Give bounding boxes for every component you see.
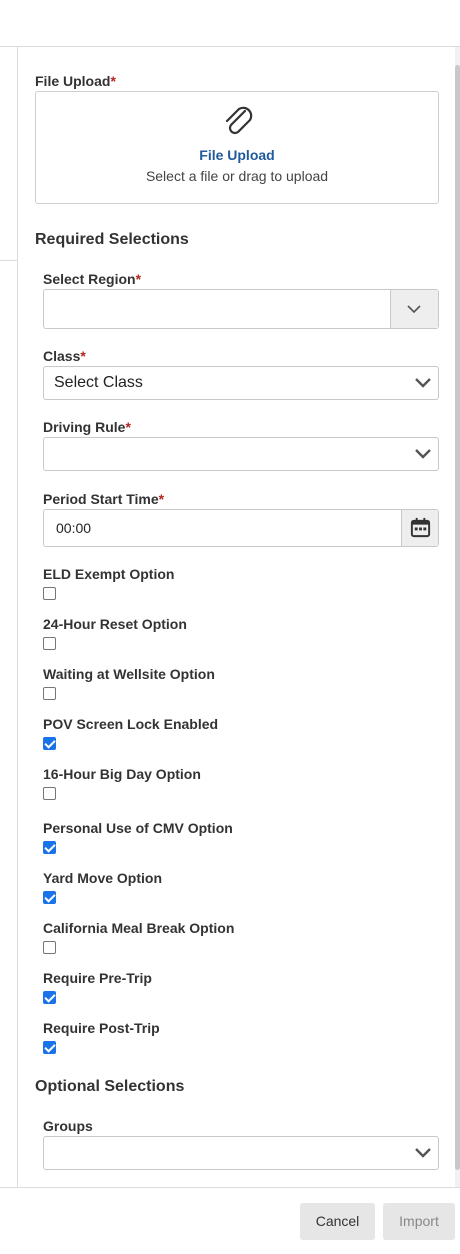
option-label: 16-Hour Big Day Option — [43, 766, 201, 782]
calendar-icon — [410, 517, 431, 538]
file-upload-label: File Upload* — [35, 73, 116, 89]
option-16-hour-big-day: 16-Hour Big Day Option — [43, 766, 201, 800]
24-hour-reset-checkbox[interactable] — [43, 637, 56, 650]
option-label: 24-Hour Reset Option — [43, 616, 187, 632]
driving-rule-select[interactable] — [43, 437, 439, 471]
top-bar — [0, 0, 460, 47]
option-label: Personal Use of CMV Option — [43, 820, 233, 836]
period-start-time-input[interactable]: 00:00 — [43, 509, 439, 547]
option-yard-move: Yard Move Option — [43, 870, 163, 904]
option-24-hour-reset: 24-Hour Reset Option — [43, 616, 187, 650]
select-region-dropdown[interactable] — [43, 289, 439, 329]
option-waiting-at-wellsite: Waiting at Wellsite Option — [43, 666, 215, 700]
left-panel-divider — [0, 260, 18, 261]
cancel-button[interactable]: Cancel — [300, 1203, 375, 1240]
driving-rule-label: Driving Rule* — [43, 419, 131, 435]
paperclip-icon — [225, 106, 253, 135]
left-panel-edge — [0, 47, 18, 1187]
pov-screen-lock-checkbox[interactable] — [43, 737, 56, 750]
period-start-time-label: Period Start Time* — [43, 491, 165, 507]
required-selections-heading: Required Selections — [35, 231, 189, 248]
scrollbar-thumb[interactable] — [455, 65, 460, 1170]
yard-move-checkbox[interactable] — [43, 891, 56, 904]
option-label: California Meal Break Option — [43, 920, 235, 936]
chevron-down-icon — [415, 1148, 431, 1158]
file-upload-link[interactable]: File Upload — [36, 147, 438, 163]
option-personal-use-cmv: Personal Use of CMV Option — [43, 820, 233, 854]
option-label: ELD Exempt Option — [43, 566, 175, 582]
import-button[interactable]: Import — [383, 1203, 455, 1240]
option-label: Require Pre-Trip — [43, 970, 152, 986]
file-upload-hint: Select a file or drag to upload — [145, 168, 329, 184]
select-region-toggle[interactable] — [390, 290, 438, 328]
option-label: POV Screen Lock Enabled — [43, 716, 219, 732]
option-pov-screen-lock: POV Screen Lock Enabled — [43, 716, 219, 750]
require-pre-trip-checkbox[interactable] — [43, 991, 56, 1004]
groups-label: Groups — [43, 1118, 93, 1134]
dialog-footer: Cancel Import — [0, 1187, 460, 1254]
class-select[interactable]: Select Class — [43, 366, 439, 400]
option-eld-exempt: ELD Exempt Option — [43, 566, 175, 600]
groups-select[interactable] — [43, 1136, 439, 1170]
file-upload-dropzone[interactable]: File Upload Select a file or drag to upl… — [35, 91, 439, 204]
chevron-down-icon — [407, 305, 421, 314]
select-region-label: Select Region* — [43, 271, 142, 287]
chevron-down-icon — [415, 449, 431, 459]
time-picker-button[interactable] — [401, 510, 438, 546]
chevron-down-icon — [415, 378, 431, 388]
option-label: Yard Move Option — [43, 870, 163, 886]
personal-use-cmv-checkbox[interactable] — [43, 841, 56, 854]
california-meal-break-checkbox[interactable] — [43, 941, 56, 954]
option-require-post-trip: Require Post-Trip — [43, 1020, 160, 1054]
optional-selections-heading: Optional Selections — [35, 1078, 185, 1095]
option-california-meal-break: California Meal Break Option — [43, 920, 235, 954]
class-label: Class* — [43, 348, 86, 364]
eld-exempt-checkbox[interactable] — [43, 587, 56, 600]
option-require-pre-trip: Require Pre-Trip — [43, 970, 152, 1004]
require-post-trip-checkbox[interactable] — [43, 1041, 56, 1054]
option-label: Waiting at Wellsite Option — [43, 666, 215, 682]
option-label: Require Post-Trip — [43, 1020, 160, 1036]
waiting-at-wellsite-checkbox[interactable] — [43, 687, 56, 700]
16-hour-big-day-checkbox[interactable] — [43, 787, 56, 800]
